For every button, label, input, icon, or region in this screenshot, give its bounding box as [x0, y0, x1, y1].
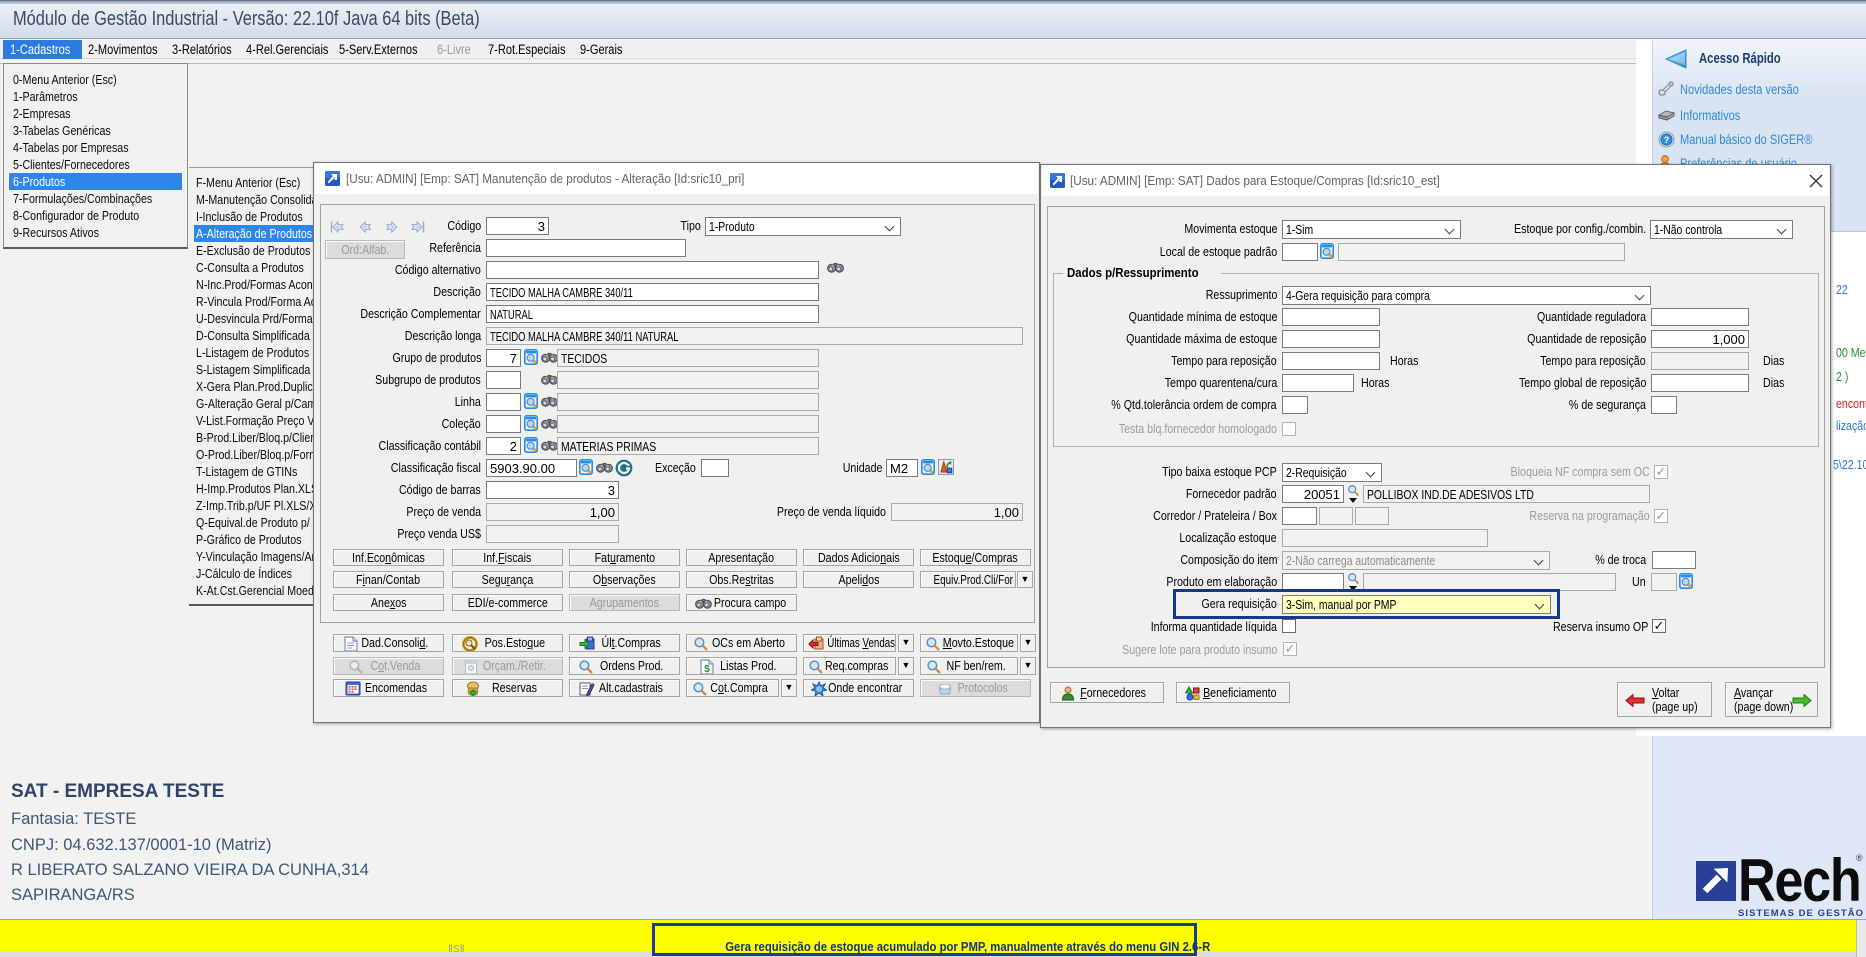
- svg-text:?: ?: [1664, 135, 1670, 145]
